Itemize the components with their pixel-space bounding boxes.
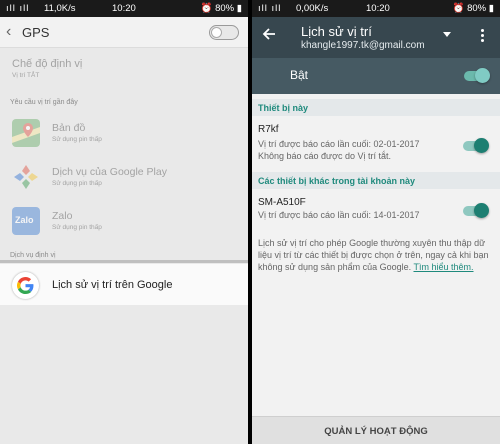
- zalo-logo-text: Zalo: [15, 215, 34, 225]
- maps-icon: [12, 119, 40, 147]
- google-play-services-icon: [12, 163, 40, 191]
- app-name: Dịch vụ của Google Play: [52, 166, 167, 178]
- app-name: Zalo: [52, 210, 73, 222]
- app-name: Bản đồ: [52, 122, 86, 134]
- clock: 10:20: [112, 3, 136, 14]
- app-bar: Lịch sử vị trí khangle1997.tk@gmail.com: [252, 17, 500, 58]
- device-last-report: Vị trí được báo cáo lần cuối: 14-01-2017: [258, 210, 420, 220]
- gps-settings-screen: ıll ıll 11,0K/s 10:20 ⏰ 80% ▮ ‹ GPS Chế …: [0, 0, 248, 444]
- gps-header: ‹ GPS: [0, 17, 248, 48]
- toggle-knob: [211, 27, 222, 38]
- section-header-other-devices: Các thiết bị khác trong tài khoản này: [252, 172, 500, 189]
- battery-indicator: ⏰ 80% ▮: [452, 3, 494, 14]
- page-title: Lịch sử vị trí: [301, 24, 372, 39]
- app-battery-usage: Sử dụng pin thấp: [52, 224, 102, 231]
- battery-percent: 80%: [467, 3, 487, 14]
- app-battery-usage: Sử dụng pin thấp: [52, 136, 102, 143]
- device-switch[interactable]: [463, 203, 489, 218]
- page-title: GPS: [22, 25, 50, 40]
- section-title: Thiết bị này: [258, 103, 309, 113]
- google-location-history-item[interactable]: Lịch sử vị trí trên Google: [0, 264, 248, 305]
- learn-more-link[interactable]: Tìm hiểu thêm.: [413, 262, 473, 272]
- section-title: Các thiết bị khác trong tài khoản này: [258, 176, 416, 186]
- signal-icon: ıll ıll: [6, 3, 30, 14]
- back-chevron-icon[interactable]: ‹: [6, 23, 11, 41]
- location-mode-value: Vị trí TẮT: [12, 72, 40, 79]
- more-options-icon[interactable]: [481, 29, 485, 44]
- zalo-icon: Zalo: [12, 207, 40, 235]
- account-email[interactable]: khangle1997.tk@gmail.com: [301, 40, 425, 51]
- google-location-history-label: Lịch sử vị trí trên Google: [52, 279, 173, 291]
- device-switch[interactable]: [463, 138, 489, 153]
- google-icon: [12, 272, 39, 299]
- status-bar: ıll ıll 11,0K/s 10:20 ⏰ 80% ▮: [0, 0, 248, 17]
- description-text: Lịch sử vị trí cho phép Google thường xu…: [258, 237, 496, 273]
- gps-toggle[interactable]: [209, 25, 239, 40]
- divider: [0, 260, 248, 263]
- device-name: SM-A510F: [258, 197, 306, 208]
- app-battery-usage: Sử dụng pin thấp: [52, 180, 102, 187]
- location-services-header: Dịch vụ định vị: [10, 252, 56, 259]
- back-arrow-icon[interactable]: [262, 27, 276, 46]
- device-status-note: Không báo cáo được do Vị trí tắt.: [258, 151, 392, 161]
- switch-knob: [474, 138, 489, 153]
- status-bar: ıll ıll 0,00K/s 10:20 ⏰ 80% ▮: [252, 0, 500, 17]
- list-item[interactable]: Zalo Zalo Sử dụng pin thấp: [0, 199, 248, 243]
- location-history-screen: ıll ıll 0,00K/s 10:20 ⏰ 80% ▮ Lịch sử vị…: [252, 0, 500, 444]
- list-item[interactable]: Dịch vụ của Google Play Sử dụng pin thấp: [0, 155, 248, 199]
- master-toggle-bar[interactable]: Bật: [252, 58, 500, 94]
- device-name: R7kf: [258, 124, 279, 135]
- manage-activity-label: QUẢN LÝ HOẠT ĐỘNG: [324, 426, 428, 437]
- switch-knob: [474, 203, 489, 218]
- section-header-this-device: Thiết bị này: [252, 99, 500, 116]
- battery-indicator: ⏰ 80% ▮: [200, 3, 242, 14]
- master-toggle-label: Bật: [290, 68, 309, 82]
- network-speed: 11,0K/s: [44, 3, 76, 14]
- signal-icon: ıll ıll: [258, 3, 282, 14]
- switch-knob: [475, 68, 490, 83]
- network-speed: 0,00K/s: [296, 3, 329, 14]
- location-history-switch[interactable]: [464, 68, 490, 83]
- recent-requests-header: Yêu cầu vị trí gần đây: [10, 99, 78, 106]
- battery-percent: 80%: [215, 3, 235, 14]
- list-item[interactable]: Bản đồ Sử dụng pin thấp: [0, 111, 248, 155]
- clock: 10:20: [366, 3, 390, 14]
- account-dropdown-icon[interactable]: [443, 32, 451, 37]
- manage-activity-button[interactable]: QUẢN LÝ HOẠT ĐỘNG: [252, 416, 500, 444]
- device-last-report: Vị trí được báo cáo lần cuối: 02-01-2017: [258, 139, 420, 149]
- location-mode-label[interactable]: Chế độ định vị: [12, 58, 82, 70]
